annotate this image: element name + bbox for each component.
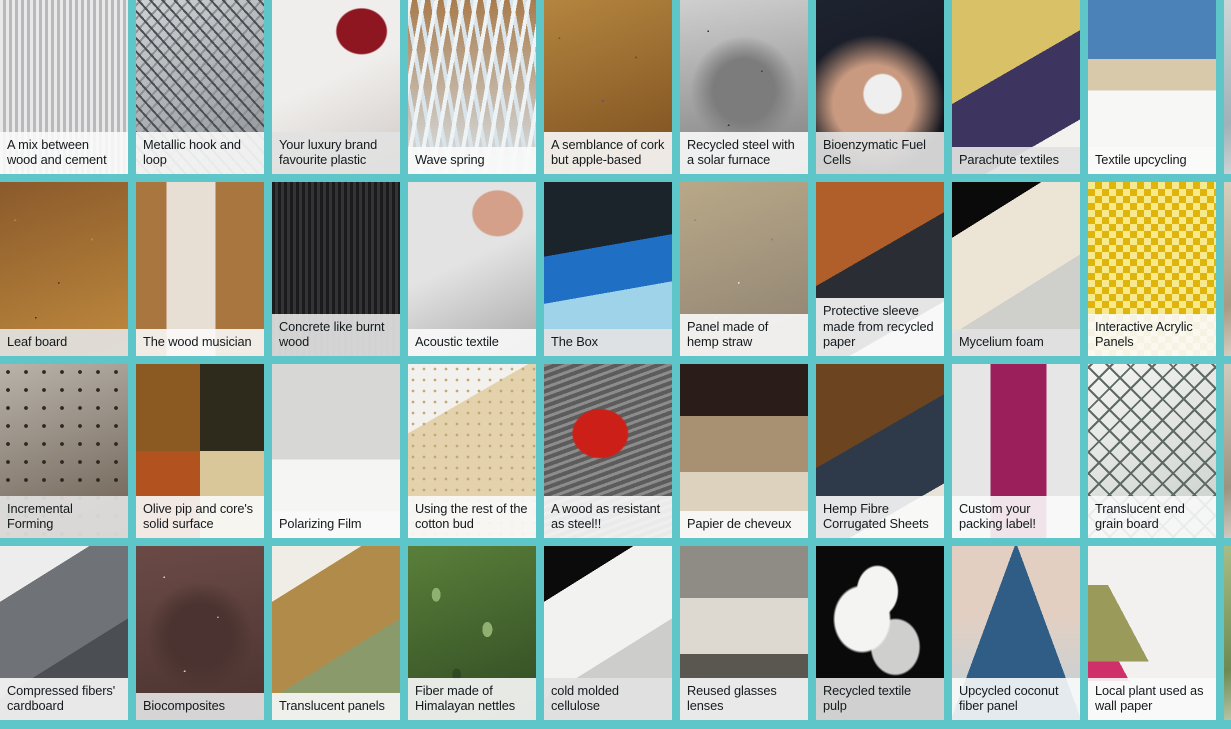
material-card[interactable]: Reused glasses lenses: [680, 546, 808, 720]
card-caption: Recycled steel with a solar furnace: [680, 131, 808, 174]
card-caption: Acoustic textile: [408, 329, 536, 356]
material-card[interactable]: [1224, 364, 1231, 538]
card-caption: Protective sleeve made from recycled pap…: [816, 298, 944, 356]
card-caption: Olive pip and core's solid surface: [136, 495, 264, 538]
material-card[interactable]: Hemp Fibre Corrugated Sheets: [816, 364, 944, 538]
card-caption: The Box: [544, 329, 672, 356]
card-caption: Metallic hook and loop: [136, 131, 264, 174]
material-card[interactable]: Custom your packing label!: [952, 364, 1080, 538]
material-card[interactable]: Using the rest of the cotton bud: [408, 364, 536, 538]
material-card[interactable]: Metallic hook and loop: [136, 0, 264, 174]
card-caption: Wave spring: [408, 147, 536, 174]
card-caption: Recycled textile pulp: [816, 677, 944, 720]
material-card[interactable]: The wood musician: [136, 182, 264, 356]
card-caption: Upcycled coconut fiber panel: [952, 677, 1080, 720]
material-card[interactable]: A mix between wood and cement: [0, 0, 128, 174]
material-card[interactable]: [1224, 546, 1231, 720]
material-card[interactable]: Translucent panels: [272, 546, 400, 720]
material-card[interactable]: Mycelium foam: [952, 182, 1080, 356]
card-caption: Leaf board: [0, 329, 128, 356]
material-card[interactable]: Recycled textile pulp: [816, 546, 944, 720]
card-caption: Your luxury brand favourite plastic: [272, 131, 400, 174]
material-card[interactable]: Recycled steel with a solar furnace: [680, 0, 808, 174]
card-caption: Textile upcycling: [1088, 147, 1216, 174]
partial-column-image: [1224, 182, 1231, 356]
card-caption: Using the rest of the cotton bud: [408, 495, 536, 538]
card-caption: Mycelium foam: [952, 329, 1080, 356]
material-card[interactable]: Bioenzymatic Fuel Cells: [816, 0, 944, 174]
card-caption: Biocomposites: [136, 693, 264, 720]
material-card[interactable]: Local plant used as wall paper: [1088, 546, 1216, 720]
material-card[interactable]: Interactive Acrylic Panels: [1088, 182, 1216, 356]
card-caption: Panel made of hemp straw: [680, 313, 808, 356]
card-caption: Parachute textiles: [952, 147, 1080, 174]
material-card[interactable]: Translucent end grain board: [1088, 364, 1216, 538]
material-card[interactable]: [1224, 0, 1231, 174]
partial-column-image: [1224, 364, 1231, 538]
card-caption: Hemp Fibre Corrugated Sheets: [816, 495, 944, 538]
card-caption: Polarizing Film: [272, 511, 400, 538]
card-caption: Incremental Forming: [0, 495, 128, 538]
card-caption: Compressed fibers' cardboard: [0, 677, 128, 720]
material-card[interactable]: Polarizing Film: [272, 364, 400, 538]
material-card[interactable]: A semblance of cork but apple-based: [544, 0, 672, 174]
material-card[interactable]: Papier de cheveux: [680, 364, 808, 538]
card-caption: Local plant used as wall paper: [1088, 677, 1216, 720]
card-caption: Translucent panels: [272, 693, 400, 720]
material-card[interactable]: Your luxury brand favourite plastic: [272, 0, 400, 174]
material-card[interactable]: Olive pip and core's solid surface: [136, 364, 264, 538]
card-caption: Papier de cheveux: [680, 511, 808, 538]
material-card[interactable]: Incremental Forming: [0, 364, 128, 538]
card-caption: Reused glasses lenses: [680, 677, 808, 720]
partial-column-image: [1224, 0, 1231, 174]
material-card[interactable]: Concrete like burnt wood: [272, 182, 400, 356]
material-card[interactable]: Panel made of hemp straw: [680, 182, 808, 356]
material-card[interactable]: cold molded cellulose: [544, 546, 672, 720]
material-card[interactable]: Wave spring: [408, 0, 536, 174]
material-card[interactable]: Upcycled coconut fiber panel: [952, 546, 1080, 720]
material-thumbnail-grid[interactable]: A mix between wood and cement Metallic ho…: [0, 0, 1231, 729]
card-caption: A mix between wood and cement: [0, 131, 128, 174]
partial-column-image: [1224, 546, 1231, 720]
material-card[interactable]: Compressed fibers' cardboard: [0, 546, 128, 720]
material-card[interactable]: Parachute textiles: [952, 0, 1080, 174]
material-card[interactable]: [1224, 182, 1231, 356]
material-card[interactable]: Protective sleeve made from recycled pap…: [816, 182, 944, 356]
material-card[interactable]: Textile upcycling: [1088, 0, 1216, 174]
material-card[interactable]: Leaf board: [0, 182, 128, 356]
material-card[interactable]: Acoustic textile: [408, 182, 536, 356]
material-card[interactable]: The Box: [544, 182, 672, 356]
card-caption: The wood musician: [136, 329, 264, 356]
card-caption: Concrete like burnt wood: [272, 313, 400, 356]
card-caption: Fiber made of Himalayan nettles: [408, 677, 536, 720]
card-caption: Interactive Acrylic Panels: [1088, 313, 1216, 356]
card-caption: cold molded cellulose: [544, 677, 672, 720]
card-caption: Custom your packing label!: [952, 495, 1080, 538]
card-caption: A wood as resistant as steel!!: [544, 495, 672, 538]
material-card[interactable]: A wood as resistant as steel!!: [544, 364, 672, 538]
card-caption: Translucent end grain board: [1088, 495, 1216, 538]
material-card[interactable]: Fiber made of Himalayan nettles: [408, 546, 536, 720]
card-caption: Bioenzymatic Fuel Cells: [816, 131, 944, 174]
material-card[interactable]: Biocomposites: [136, 546, 264, 720]
card-caption: A semblance of cork but apple-based: [544, 131, 672, 174]
